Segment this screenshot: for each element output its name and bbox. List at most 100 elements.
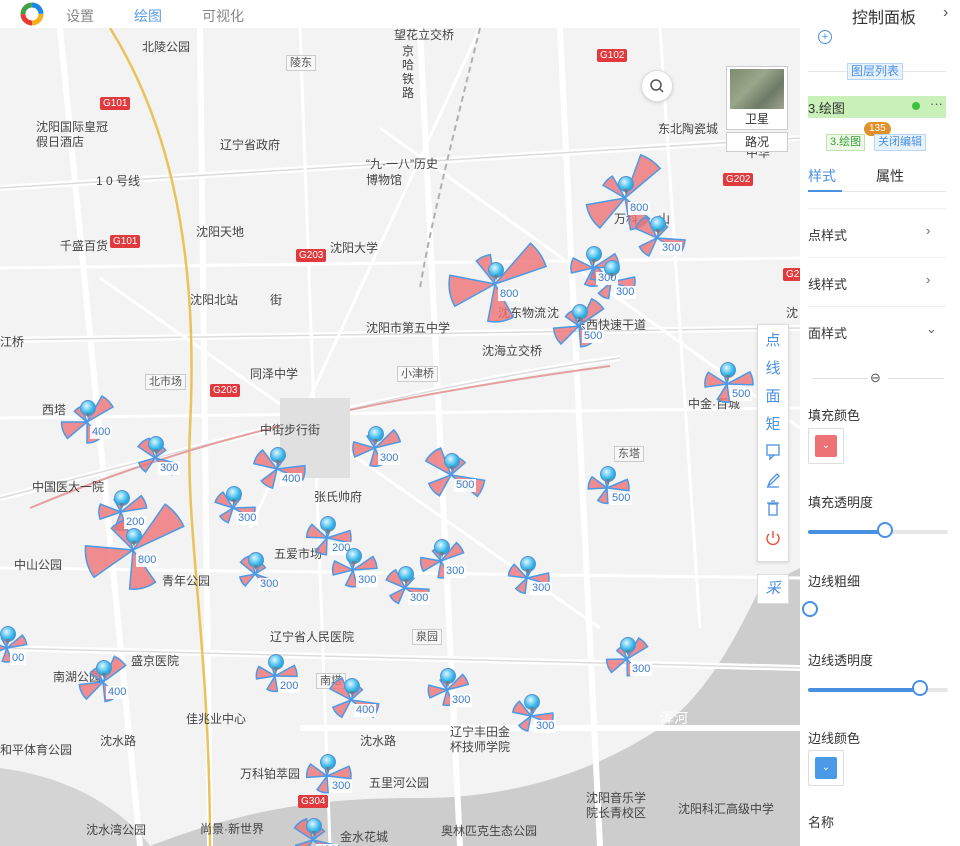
wind-sector[interactable]: [552, 325, 581, 346]
wind-sector[interactable]: [316, 773, 329, 794]
border-width-slider-handle[interactable]: [802, 601, 818, 617]
wind-sector[interactable]: [137, 456, 157, 473]
fill-color-picker[interactable]: ⌄: [808, 428, 844, 464]
location-pin-icon[interactable]: [618, 176, 634, 195]
location-pin-icon[interactable]: [440, 668, 456, 687]
border-color-picker[interactable]: ⌄: [808, 750, 844, 786]
draw-line-button[interactable]: 线: [758, 357, 788, 378]
close-edit-button[interactable]: 关闭编辑: [874, 134, 926, 151]
location-pin-icon[interactable]: [444, 453, 460, 472]
fill-opacity-slider[interactable]: [808, 522, 948, 538]
marker-value-label: 800: [498, 288, 521, 301]
location-pin-icon[interactable]: [368, 426, 384, 445]
power-icon[interactable]: [758, 529, 788, 547]
wind-sector[interactable]: [294, 838, 315, 846]
wind-sector[interactable]: [239, 572, 257, 588]
location-pin-icon[interactable]: [80, 400, 96, 419]
location-pin-icon[interactable]: [268, 654, 284, 673]
location-pin-icon[interactable]: [226, 486, 242, 505]
tab-settings[interactable]: 设置: [66, 6, 94, 26]
wind-sector[interactable]: [331, 698, 353, 719]
location-pin-icon[interactable]: [114, 490, 130, 509]
wind-sector[interactable]: [218, 506, 235, 524]
slider-handle[interactable]: [877, 522, 893, 538]
location-pin-icon[interactable]: [270, 447, 286, 466]
tab-style[interactable]: 样式: [808, 166, 836, 186]
comment-icon[interactable]: [758, 443, 788, 461]
location-pin-icon[interactable]: [126, 528, 142, 547]
wind-sector[interactable]: [448, 274, 498, 308]
slider-handle[interactable]: [912, 680, 928, 696]
location-pin-icon[interactable]: [520, 556, 536, 575]
border-opacity-slider[interactable]: [808, 680, 948, 696]
marker-value-label: 300: [258, 578, 281, 591]
wind-sector[interactable]: [638, 236, 659, 257]
location-pin-icon[interactable]: [96, 660, 112, 679]
section-polygon-style[interactable]: 面样式 ⌄: [808, 306, 946, 355]
border-color-label: 边线颜色: [808, 731, 861, 746]
wind-sector[interactable]: [419, 556, 444, 573]
location-pin-icon[interactable]: [344, 678, 360, 697]
more-icon[interactable]: ···: [930, 96, 943, 111]
location-pin-icon[interactable]: [650, 216, 666, 235]
wind-sector[interactable]: [60, 421, 90, 440]
wind-sector[interactable]: [427, 473, 453, 497]
tab-attributes[interactable]: 属性: [876, 166, 904, 186]
location-pin-icon[interactable]: [488, 262, 504, 281]
layer-item[interactable]: 3.绘图 ···: [808, 96, 946, 118]
delete-icon[interactable]: [758, 499, 788, 517]
sector-layer: [0, 153, 754, 846]
traffic-toggle[interactable]: 路况: [726, 132, 788, 152]
location-pin-icon[interactable]: [346, 548, 362, 567]
edit-icon[interactable]: [758, 471, 788, 489]
wind-sector[interactable]: [716, 381, 731, 403]
map-canvas[interactable]: G101 G101 G203 G203 G102 G202 G304 G2 北陵…: [0, 28, 800, 846]
wind-sector[interactable]: [517, 714, 533, 732]
map-search-button[interactable]: [641, 70, 673, 102]
bucket-icon: ⊖: [870, 370, 881, 385]
wind-sector[interactable]: [314, 535, 328, 556]
location-pin-icon[interactable]: [306, 818, 322, 837]
tab-visualize[interactable]: 可视化: [202, 6, 244, 26]
wind-sector[interactable]: [84, 545, 136, 579]
location-pin-icon[interactable]: [586, 246, 602, 265]
draw-rectangle-button[interactable]: 矩: [758, 413, 788, 434]
tab-draw[interactable]: 绘图: [134, 6, 162, 26]
wind-sector[interactable]: [389, 586, 407, 605]
marker-value-label: 300: [408, 592, 431, 605]
location-pin-icon[interactable]: [434, 539, 450, 558]
draw-polygon-button[interactable]: 面: [758, 385, 788, 406]
location-pin-icon[interactable]: [572, 304, 588, 323]
location-pin-icon[interactable]: [604, 260, 620, 279]
add-layer-icon[interactable]: +: [818, 30, 832, 44]
wind-sector[interactable]: [585, 196, 627, 230]
wind-sector[interactable]: [514, 576, 528, 595]
marker-value-label: 800: [136, 554, 159, 567]
location-pin-icon[interactable]: [320, 754, 336, 773]
location-pin-icon[interactable]: [524, 694, 540, 713]
location-pin-icon[interactable]: [600, 466, 616, 485]
satellite-toggle[interactable]: 卫星: [726, 66, 788, 130]
location-pin-icon[interactable]: [720, 362, 736, 381]
location-pin-icon[interactable]: [620, 637, 636, 656]
location-pin-icon[interactable]: [148, 436, 164, 455]
capture-button[interactable]: 采: [757, 574, 789, 604]
location-pin-icon[interactable]: [320, 516, 336, 535]
wind-sector[interactable]: [492, 242, 548, 286]
wind-sector[interactable]: [266, 673, 279, 693]
draw-point-button[interactable]: 点: [758, 329, 788, 350]
satellite-label: 卫星: [744, 112, 769, 126]
wind-sector[interactable]: [260, 467, 279, 489]
chevron-right-icon[interactable]: ›: [943, 4, 948, 22]
location-pin-icon[interactable]: [398, 566, 414, 585]
satellite-thumbnail: [730, 69, 784, 109]
wind-sector[interactable]: [605, 658, 630, 674]
section-point-style[interactable]: 点样式 ›: [808, 208, 946, 257]
wind-sector[interactable]: [596, 485, 609, 505]
visibility-dot-icon[interactable]: [912, 102, 920, 110]
wind-sector[interactable]: [78, 681, 105, 701]
section-label: 线样式: [808, 277, 848, 292]
location-pin-icon[interactable]: [0, 626, 16, 645]
section-line-style[interactable]: 线样式 ›: [808, 257, 946, 306]
location-pin-icon[interactable]: [248, 552, 264, 571]
